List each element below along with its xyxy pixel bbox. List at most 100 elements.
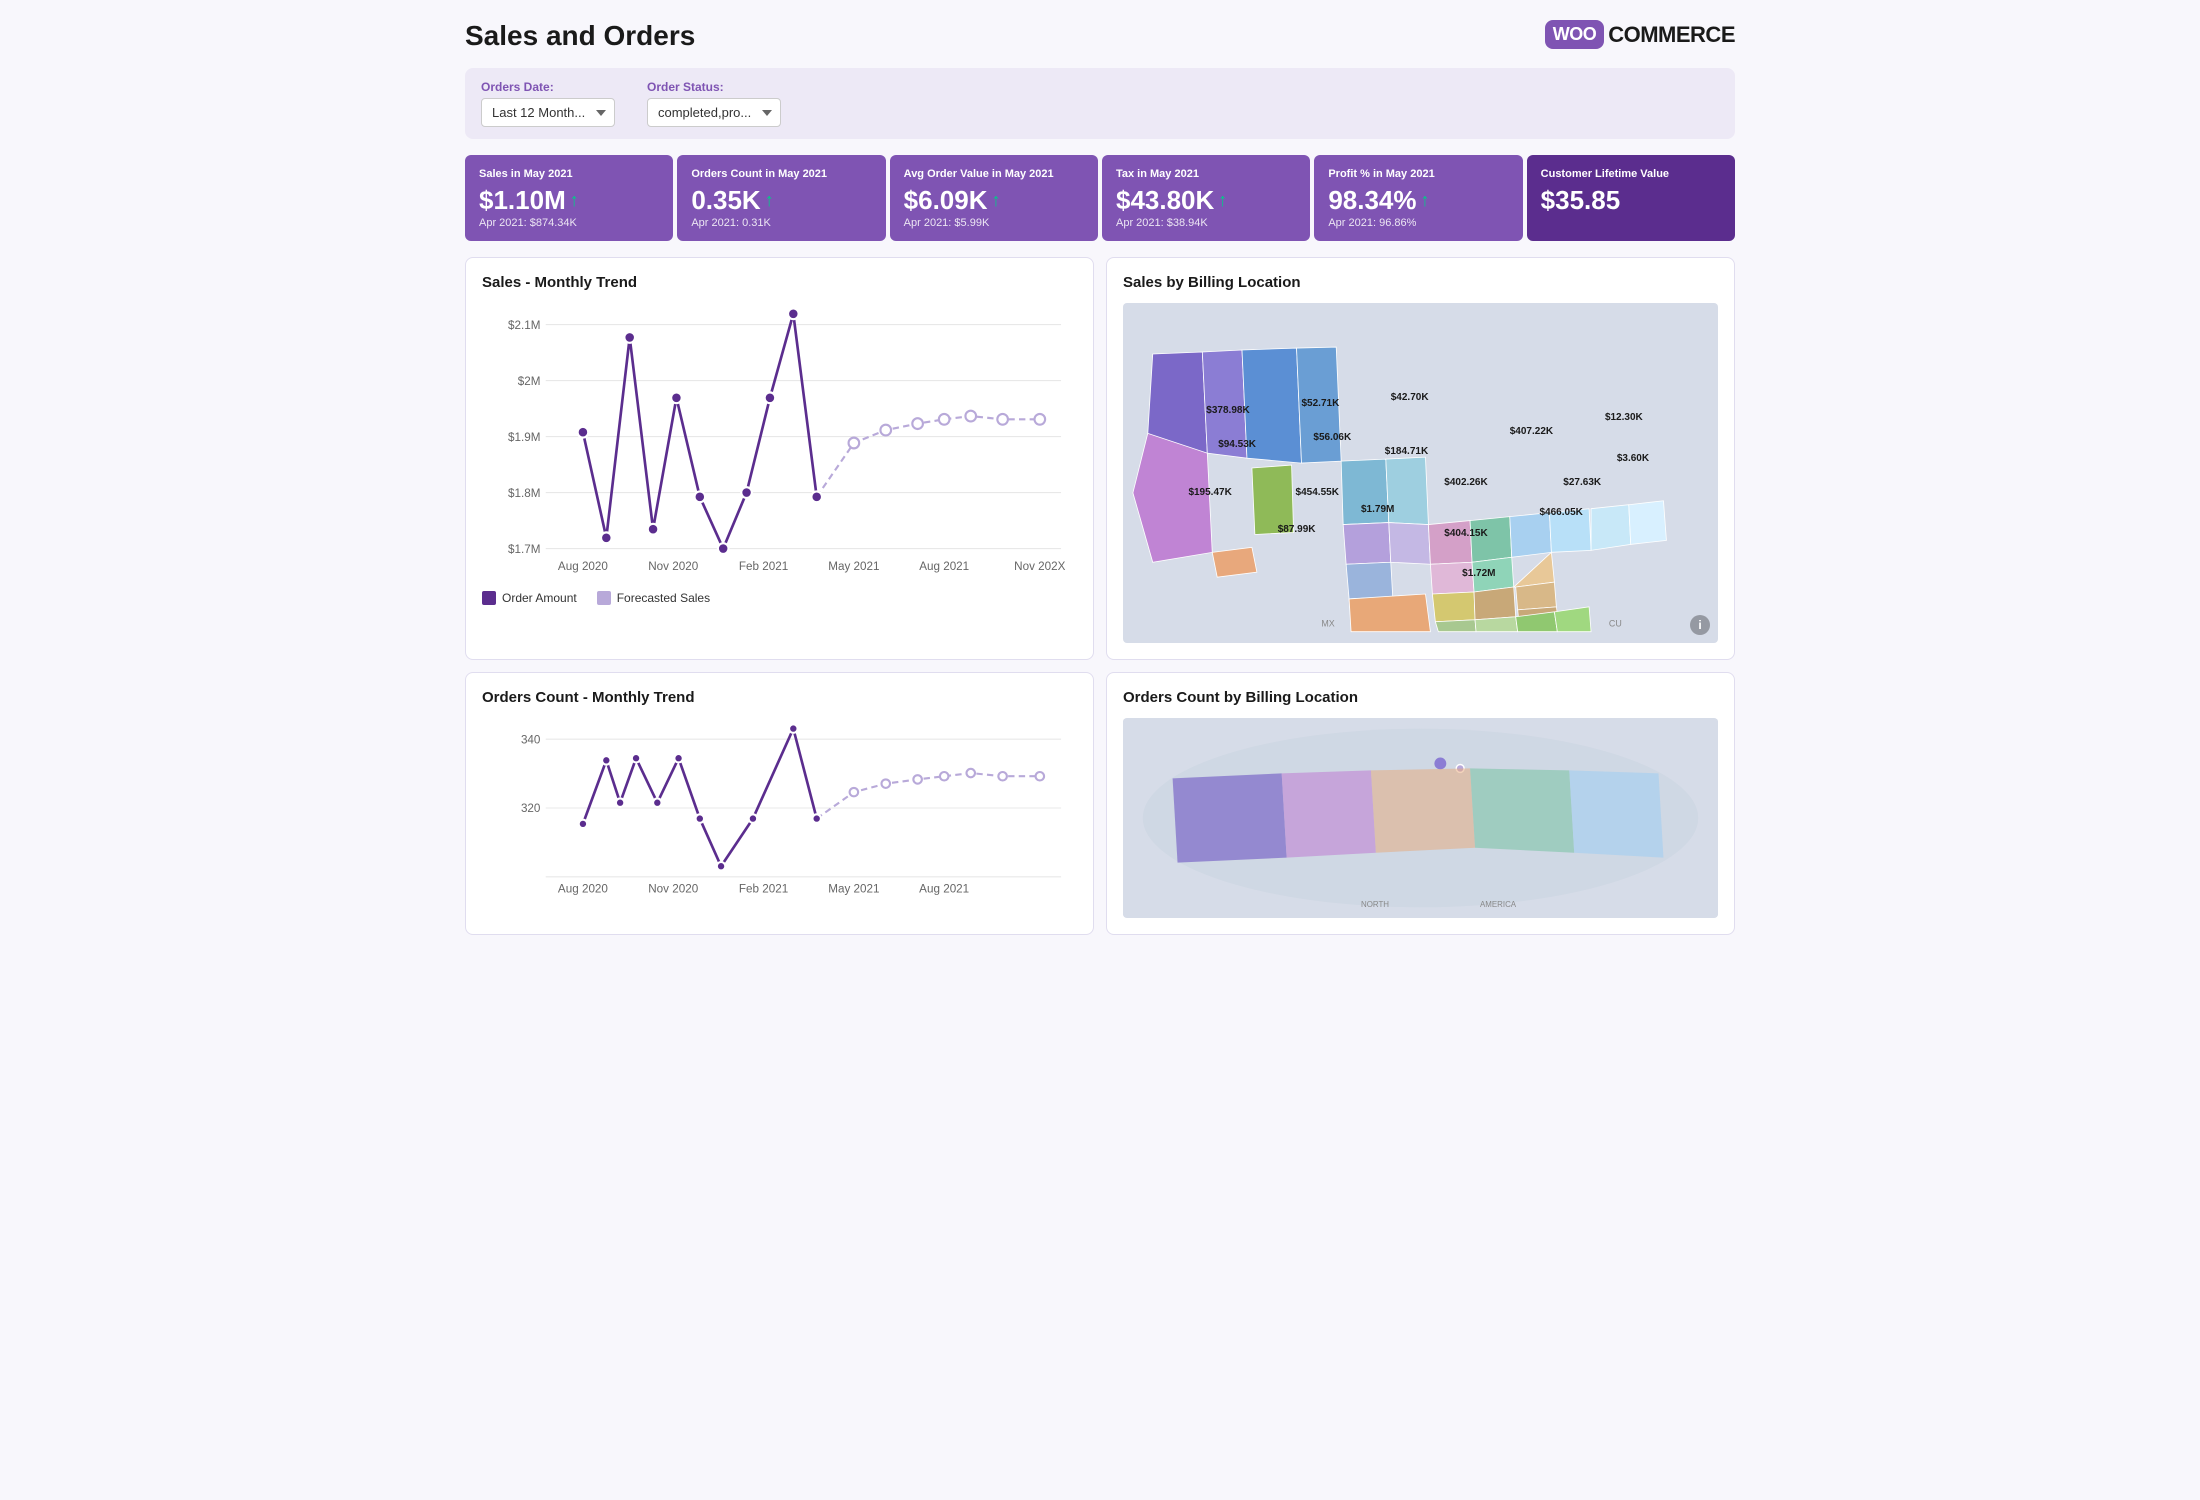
kpi-title-5: Customer Lifetime Value [1541, 167, 1721, 181]
kpi-prev-4: Apr 2021: 96.86% [1328, 217, 1508, 229]
state-me-nh [1629, 501, 1667, 545]
kpi-card-4: Profit % in May 2021 98.34% ↑ Apr 2021: … [1314, 155, 1522, 241]
kpi-value-1: 0.35K ↑ [691, 187, 871, 213]
billing-location-map: MX CU $378.98K $94.53K $195.47K $52.71K … [1123, 303, 1718, 643]
us-map-svg: MX CU [1123, 303, 1718, 643]
commerce-text: COMMERCE [1608, 22, 1735, 48]
svg-text:$2.1M: $2.1M [508, 319, 540, 332]
svg-text:MX: MX [1321, 619, 1334, 629]
svg-text:Feb 2021: Feb 2021 [739, 560, 788, 573]
kpi-title-0: Sales in May 2021 [479, 167, 659, 181]
page-title: Sales and Orders [465, 20, 695, 52]
state-co [1252, 465, 1294, 534]
kpi-arrow-2: ↑ [992, 191, 1001, 209]
svg-text:$1.9M: $1.9M [508, 431, 540, 444]
state-wi [1389, 523, 1431, 565]
legend-forecasted-sales: Forecasted Sales [597, 591, 710, 605]
orders-billing-location-panel: Orders Count by Billing Location NORTH A… [1106, 672, 1735, 935]
state-or [1202, 350, 1247, 458]
charts-row-1: Sales - Monthly Trend $2.1M $2M $1.9M $1… [465, 257, 1735, 660]
orders-map-svg: NORTH AMERICA [1123, 718, 1718, 918]
kpi-value-4: 98.34% ↑ [1328, 187, 1508, 213]
order-amount-label: Order Amount [502, 591, 577, 605]
svg-text:Feb 2021: Feb 2021 [739, 883, 788, 896]
state-sd [1343, 523, 1391, 565]
orders-trend-svg: 340 320 Aug 2020 Nov 2020 Feb 2021 May 2… [482, 718, 1077, 898]
kpi-value-5: $35.85 [1541, 187, 1721, 213]
kpi-title-2: Avg Order Value in May 2021 [904, 167, 1084, 181]
state-tn [1475, 617, 1518, 632]
state-mn [1386, 457, 1429, 524]
kpi-prev-3: Apr 2021: $38.94K [1116, 217, 1296, 229]
kpi-card-1: Orders Count in May 2021 0.35K ↑ Apr 202… [677, 155, 885, 241]
state-mi [1428, 521, 1472, 565]
state-nc [1516, 582, 1557, 610]
kpi-title-1: Orders Count in May 2021 [691, 167, 871, 181]
state-nj-ma [1549, 509, 1591, 553]
kpi-row: Sales in May 2021 $1.10M ↑ Apr 2021: $87… [465, 155, 1735, 241]
state-oh [1472, 558, 1514, 593]
kpi-arrow-4: ↑ [1421, 191, 1430, 209]
kpi-value-0: $1.10M ↑ [479, 187, 659, 213]
sales-monthly-trend-panel: Sales - Monthly Trend $2.1M $2M $1.9M $1… [465, 257, 1094, 660]
svg-text:NORTH: NORTH [1361, 901, 1389, 910]
state-tx [1349, 594, 1430, 632]
state-nv [1212, 548, 1257, 578]
svg-text:Nov 202X: Nov 202X [1014, 560, 1065, 573]
kpi-arrow-0: ↑ [570, 191, 579, 209]
kpi-prev-0: Apr 2021: $874.34K [479, 217, 659, 229]
svg-text:May 2021: May 2021 [828, 883, 879, 896]
state-id [1297, 347, 1342, 463]
sales-trend-svg: $2.1M $2M $1.9M $1.8M $1.7M Aug 2020 Nov… [482, 303, 1077, 583]
orders-date-select[interactable]: Last 12 Month... [481, 98, 615, 127]
svg-text:$2M: $2M [518, 375, 541, 388]
orders-map-title: Orders Count by Billing Location [1123, 689, 1718, 706]
forecast-legend-box [597, 591, 611, 605]
kpi-card-0: Sales in May 2021 $1.10M ↑ Apr 2021: $87… [465, 155, 673, 241]
state-ct-ri [1591, 505, 1631, 551]
svg-text:$1.7M: $1.7M [508, 543, 540, 556]
kpi-card-3: Tax in May 2021 $43.80K ↑ Apr 2021: $38.… [1102, 155, 1310, 241]
orders-date-label: Orders Date: [481, 80, 615, 94]
order-status-filter: Order Status: completed,pro... [647, 80, 781, 127]
kpi-value-2: $6.09K ↑ [904, 187, 1084, 213]
kpi-arrow-3: ↑ [1218, 191, 1227, 209]
orders-trend-title: Orders Count - Monthly Trend [482, 689, 1077, 706]
orders-monthly-trend-panel: Orders Count - Monthly Trend 340 320 Aug… [465, 672, 1094, 935]
woo-box: WOO [1545, 20, 1605, 49]
svg-text:$1.8M: $1.8M [508, 487, 540, 500]
state-ne [1346, 563, 1393, 600]
state-ny [1470, 517, 1512, 563]
svg-text:Nov 2020: Nov 2020 [648, 883, 699, 896]
sales-trend-legend: Order Amount Forecasted Sales [482, 591, 1077, 605]
svg-text:CU: CU [1609, 619, 1622, 629]
page-header: Sales and Orders WOO COMMERCE [465, 20, 1735, 52]
kpi-title-3: Tax in May 2021 [1116, 167, 1296, 181]
sales-trend-chart: $2.1M $2M $1.9M $1.8M $1.7M Aug 2020 Nov… [482, 303, 1077, 583]
state-mt [1242, 348, 1302, 463]
legend-order-amount: Order Amount [482, 591, 577, 605]
sales-billing-location-panel: Sales by Billing Location [1106, 257, 1735, 660]
order-status-select[interactable]: completed,pro... [647, 98, 781, 127]
state-ia [1430, 563, 1474, 595]
kpi-prev-1: Apr 2021: 0.31K [691, 217, 871, 229]
order-amount-legend-box [482, 591, 496, 605]
sales-trend-title: Sales - Monthly Trend [482, 274, 1077, 291]
state-ky [1474, 587, 1516, 620]
kpi-card-5: Customer Lifetime Value $35.85 [1527, 155, 1735, 241]
svg-text:AMERICA: AMERICA [1480, 901, 1517, 910]
svg-text:340: 340 [521, 734, 541, 747]
orders-location-map: NORTH AMERICA [1123, 718, 1718, 918]
woocommerce-logo: WOO COMMERCE [1545, 20, 1735, 49]
svg-text:Aug 2020: Aug 2020 [558, 883, 609, 896]
charts-row-2: Orders Count - Monthly Trend 340 320 Aug… [465, 672, 1735, 935]
kpi-card-2: Avg Order Value in May 2021 $6.09K ↑ Apr… [890, 155, 1098, 241]
svg-text:Aug 2021: Aug 2021 [919, 560, 969, 573]
forecasted-sales-label: Forecasted Sales [617, 591, 710, 605]
svg-text:May 2021: May 2021 [828, 560, 879, 573]
svg-text:Aug 2021: Aug 2021 [919, 883, 969, 896]
kpi-prev-2: Apr 2021: $5.99K [904, 217, 1084, 229]
kpi-title-4: Profit % in May 2021 [1328, 167, 1508, 181]
kpi-arrow-1: ↑ [765, 191, 774, 209]
state-ar [1435, 620, 1476, 632]
